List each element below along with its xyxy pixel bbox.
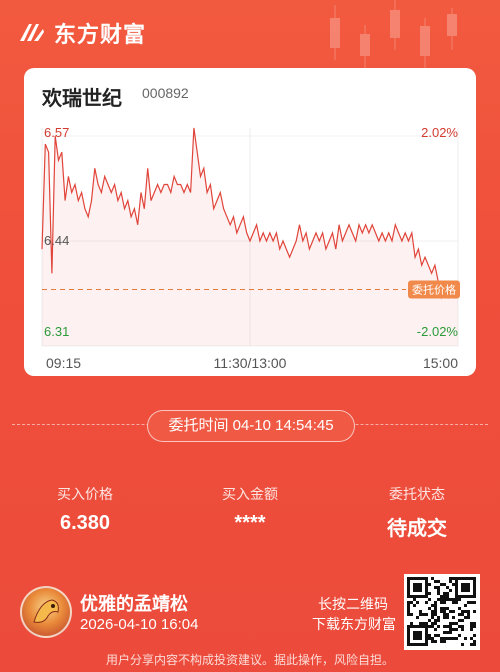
order-status-stat: 委托状态 待成交 [347, 484, 487, 541]
eastmoney-logo-icon [20, 24, 44, 41]
stock-card: 欢瑞世纪 000892 委托价格 6.57 6.44 6.31 2.02% -2.02% 0… [24, 68, 476, 376]
qr-hint-line1: 长按二维码 [318, 596, 388, 612]
brand-name: 东方财富 [54, 22, 147, 47]
x-tick: 15:00 [423, 355, 458, 371]
y-pct-tick: 2.02% [421, 125, 458, 140]
buy-price-stat: 买入价格 6.380 [15, 484, 155, 535]
buy-price-value: 6.380 [59, 512, 111, 534]
qr-hint-line2: 下载东方财富 [312, 616, 396, 632]
order-status-label: 委托状态 [389, 486, 445, 502]
buy-amount-value: **** [234, 512, 266, 534]
decorative-candles [330, 0, 457, 70]
user-name: 优雅的孟靖松 [80, 594, 188, 614]
qr-code-icon[interactable] [404, 574, 480, 650]
order-status-value: 待成交 [387, 518, 447, 540]
buy-amount-label: 买入金额 [222, 486, 278, 502]
order-price-label: 委托价格 [412, 282, 456, 296]
buy-amount-stat: 买入金额 **** [180, 484, 320, 535]
y-pct-tick: -2.02% [417, 324, 459, 339]
x-tick: 09:15 [46, 355, 81, 371]
app-header: 东方财富 [18, 16, 146, 50]
dragon-avatar-icon [20, 586, 72, 638]
intraday-chart: 委托价格 6.57 6.44 6.31 2.02% -2.02% 09:15 11:30/13… [41, 125, 460, 371]
y-price-tick: 6.44 [44, 233, 69, 248]
share-datetime: 2026-04-10 16:04 [80, 616, 199, 633]
buy-price-label: 买入价格 [57, 486, 113, 502]
x-tick: 11:30/13:00 [214, 355, 287, 371]
y-price-tick: 6.31 [44, 324, 69, 339]
order-time-pill: 委托时间 04-10 14:54:45 [147, 410, 355, 442]
disclaimer: 用户分享内容不构成投资建议。据此操作，风险自担。 [105, 653, 394, 667]
y-price-tick: 6.57 [44, 125, 69, 140]
